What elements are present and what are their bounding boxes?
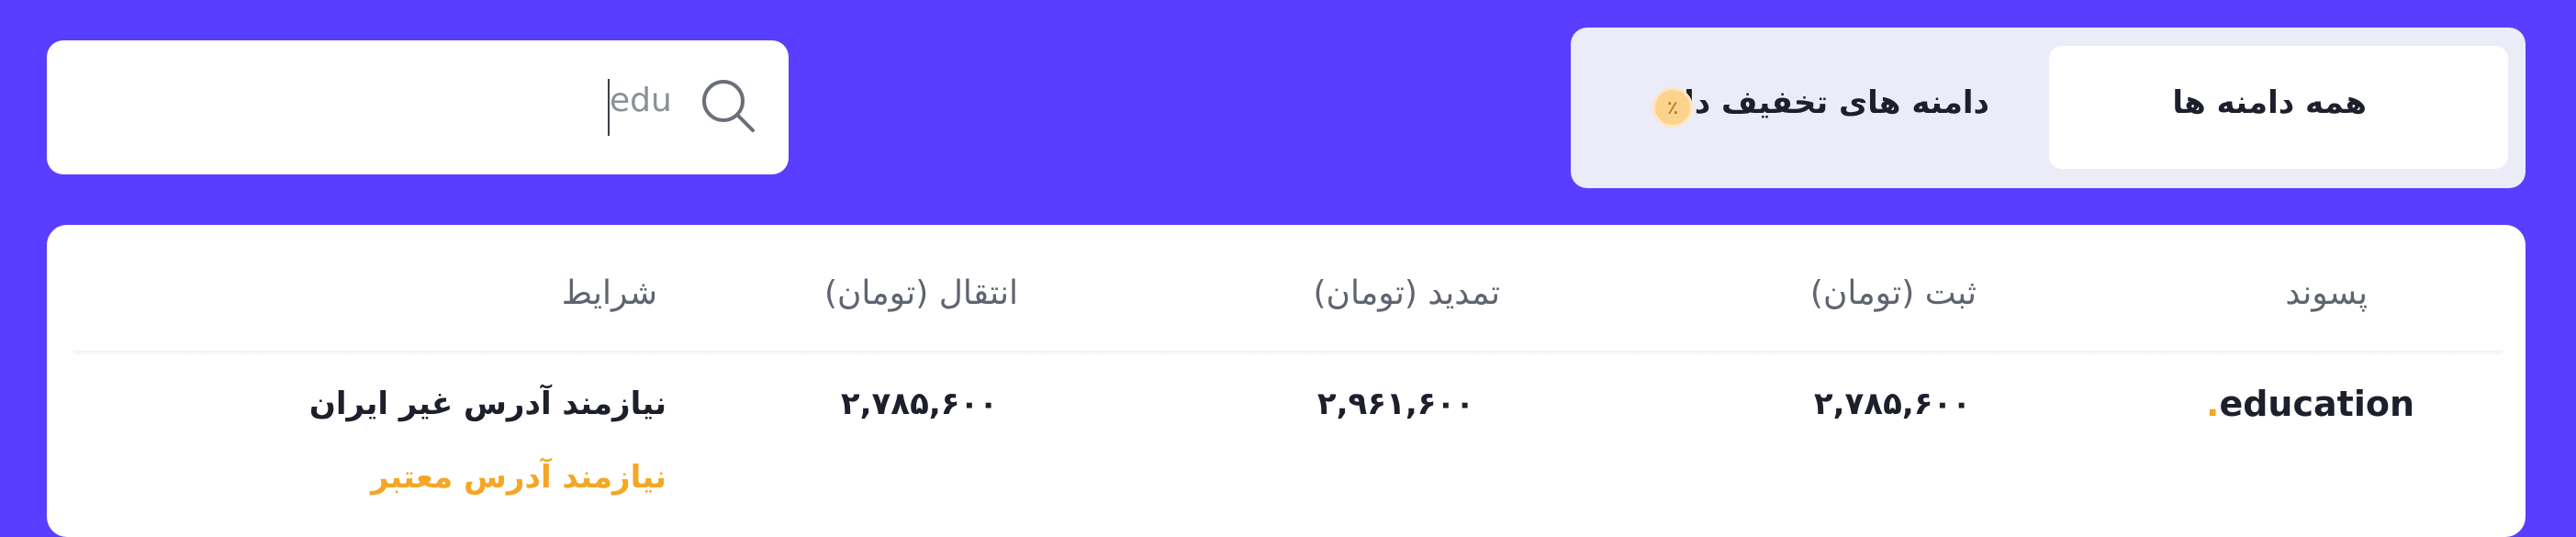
price-register: ۲,۷۸۵,۶۰۰: [1813, 386, 1971, 422]
condition-valid-address: نیازمند آدرس معتبر: [371, 459, 666, 496]
tab-all-domains-label[interactable]: همه دامنه ها: [2172, 84, 2367, 121]
condition-non-iran-address: نیازمند آدرس غیر ایران: [308, 386, 666, 422]
tab-discounted-domains-label[interactable]: دامنه های تخفیف دار: [1666, 84, 1989, 121]
domain-suffix: .education: [2206, 384, 2414, 424]
search-icon[interactable]: [698, 75, 758, 136]
suffix-dot: .: [2206, 384, 2220, 424]
column-header-transfer: انتقال (تومان): [823, 274, 1018, 312]
search-box[interactable]: [47, 40, 789, 174]
table-header-divider: [73, 351, 2503, 356]
column-header-conditions: شرایط: [561, 274, 657, 312]
price-renew: ۲,۹۶۱,۶۰۰: [1316, 386, 1474, 422]
column-header-renew: تمدید (تومان): [1313, 274, 1500, 312]
column-header-register: ثبت (تومان): [1809, 274, 1977, 312]
suffix-name: education: [2219, 384, 2414, 424]
price-transfer: ۲,۷۸۵,۶۰۰: [840, 386, 998, 422]
percent-badge-icon: ٪: [1652, 87, 1693, 128]
search-input[interactable]: edu: [610, 83, 672, 119]
column-header-suffix: پسوند: [2285, 274, 2368, 312]
